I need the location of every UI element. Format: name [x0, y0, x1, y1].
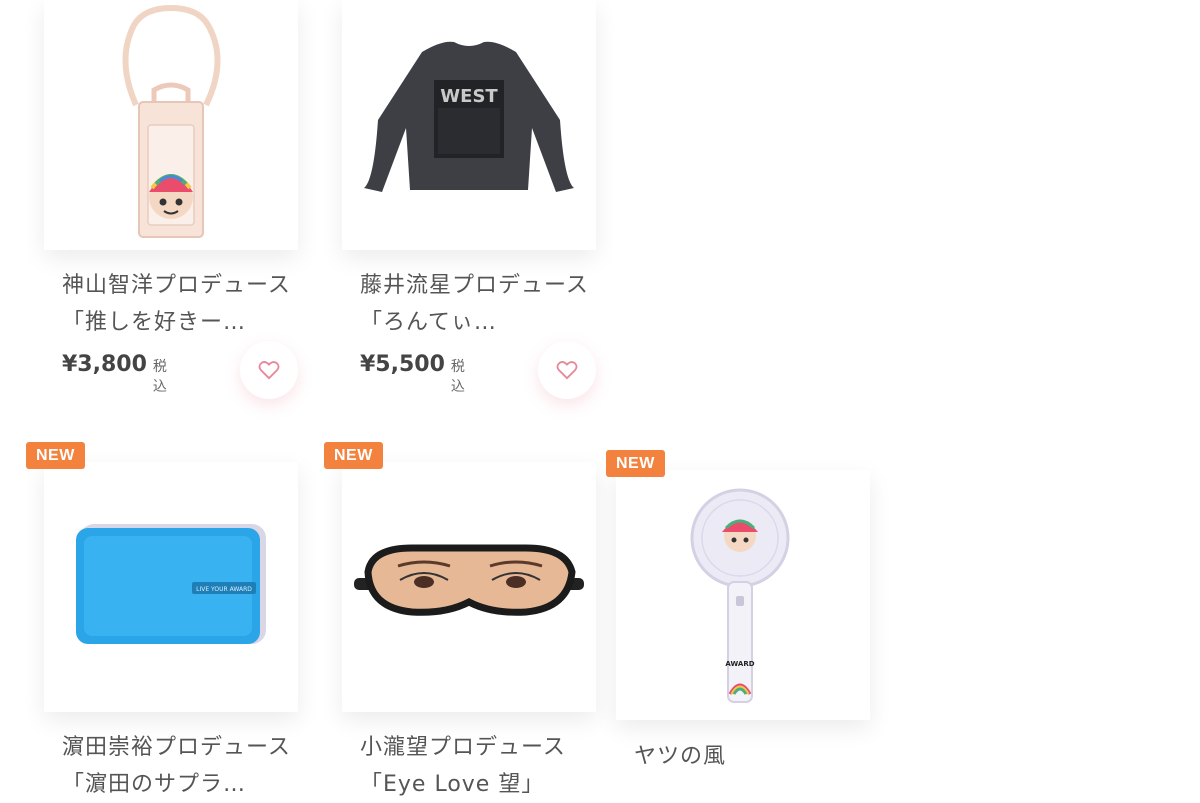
heart-icon	[556, 361, 578, 380]
product-image-4[interactable]	[342, 462, 596, 712]
blue-pouch-icon: LIVE YOUR AWARD	[76, 524, 266, 644]
svg-text:LIVE YOUR AWARD: LIVE YOUR AWARD	[196, 586, 252, 593]
product-image-3[interactable]: LIVE YOUR AWARD	[44, 462, 298, 712]
price-row-1: ¥3,800 税込	[62, 352, 167, 396]
favorite-button-2[interactable]	[538, 341, 596, 399]
favorite-button-1[interactable]	[240, 341, 298, 399]
new-badge-5: NEW	[606, 450, 665, 477]
tax-label-1: 税込	[152, 359, 167, 395]
product-price-1: ¥3,800	[62, 352, 147, 377]
handy-fan-icon: AWARD	[690, 488, 790, 703]
long-sleeve-shirt-icon: WEST	[364, 41, 574, 192]
product-image-2[interactable]: WEST	[342, 0, 596, 250]
tax-label-2: 税込	[450, 359, 465, 395]
tote-bag-icon	[122, 4, 221, 238]
product-title-3[interactable]: 濵田崇裕プロデュース「濵田のサプラ…	[62, 729, 292, 803]
eye-mask-icon	[354, 544, 584, 616]
heart-icon	[258, 361, 280, 380]
product-price-2: ¥5,500	[360, 352, 445, 377]
product-title-4[interactable]: 小瀧望プロデュース「Eye Love 望」	[360, 729, 590, 803]
svg-text:AWARD: AWARD	[725, 660, 754, 668]
product-title-2[interactable]: 藤井流星プロデュース「ろんてぃ…	[360, 267, 590, 341]
svg-text:WEST: WEST	[440, 86, 498, 107]
product-image-5[interactable]: AWARD	[616, 470, 870, 720]
product-title-5[interactable]: ヤツの風	[634, 738, 864, 775]
price-row-2: ¥5,500 税込	[360, 352, 465, 396]
product-title-1[interactable]: 神山智洋プロデュース「推しを好きー…	[62, 267, 292, 341]
new-badge-4: NEW	[324, 442, 383, 469]
product-image-1[interactable]	[44, 0, 298, 250]
new-badge-3: NEW	[26, 442, 85, 469]
